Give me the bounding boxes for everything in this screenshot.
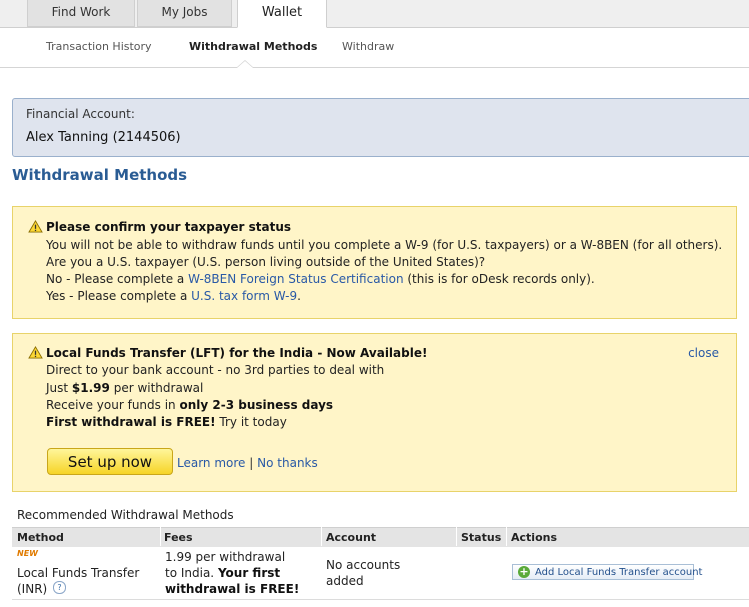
- table-header: Method Fees Account Status Actions: [12, 527, 749, 547]
- fees-line3: withdrawal is FREE!: [165, 582, 300, 596]
- warning-icon: [28, 220, 43, 233]
- tax-yes-prefix: Yes - Please complete a: [46, 289, 192, 303]
- tax-yes-suffix: .: [297, 289, 301, 303]
- w8ben-link[interactable]: W-8BEN Foreign Status Certification: [188, 272, 403, 286]
- link-separator: |: [249, 456, 254, 470]
- fees-line2-prefix: to India.: [165, 566, 218, 580]
- method-currency-line: (INR) ?: [17, 581, 139, 597]
- no-thanks-link[interactable]: No thanks: [257, 456, 318, 470]
- add-lft-account-button[interactable]: + Add Local Funds Transfer account: [512, 564, 702, 580]
- lft-line3: Receive your funds in only 2-3 business …: [46, 398, 333, 412]
- method-name: Local Funds Transfer: [17, 566, 140, 580]
- method-currency: (INR): [17, 582, 48, 596]
- financial-account-panel: Financial Account: Alex Tanning (2144506…: [12, 98, 749, 157]
- subnav-withdrawal-methods[interactable]: Withdrawal Methods: [189, 40, 317, 53]
- w9-link[interactable]: U.S. tax form W-9: [191, 289, 297, 303]
- tab-wallet[interactable]: Wallet: [237, 0, 327, 28]
- column-header-actions: Actions: [511, 531, 557, 544]
- row-divider: [12, 599, 749, 600]
- account-line1: No accounts: [326, 558, 401, 572]
- lft-line2: Just $1.99 per withdrawal: [46, 381, 203, 395]
- learn-more-link[interactable]: Learn more: [177, 456, 245, 470]
- method-cell: Local Funds Transfer (INR) ?: [17, 565, 139, 597]
- lft-line4: First withdrawal is FREE! Try it today: [46, 415, 287, 429]
- subnav-withdraw[interactable]: Withdraw: [342, 40, 394, 53]
- financial-account-label: Financial Account:: [26, 107, 135, 121]
- lft-line4-suffix: Try it today: [215, 415, 287, 429]
- page-title: Withdrawal Methods: [12, 166, 188, 184]
- column-header-fees: Fees: [164, 531, 193, 544]
- top-tab-bar: Find Work My Jobs Wallet: [0, 0, 749, 28]
- tax-notice-title: Please confirm your taxpayer status: [46, 220, 292, 234]
- plus-circle-icon: +: [518, 565, 530, 578]
- tab-find-work[interactable]: Find Work: [27, 0, 135, 27]
- account-line2: added: [326, 574, 364, 588]
- help-icon[interactable]: ?: [53, 581, 67, 594]
- column-header-account: Account: [326, 531, 377, 544]
- column-header-status: Status: [461, 531, 502, 544]
- fees-line2-bold: Your first: [217, 566, 281, 580]
- lft-line3-prefix: Receive your funds in: [46, 398, 180, 412]
- column-divider: [506, 527, 507, 546]
- tax-no-prefix: No - Please complete a: [46, 272, 189, 286]
- fees-cell: 1.99 per withdrawal to India. Your first…: [165, 549, 299, 597]
- column-header-method: Method: [17, 531, 64, 544]
- new-badge: NEW: [17, 549, 38, 558]
- recommended-heading: Recommended Withdrawal Methods: [17, 508, 234, 522]
- fees-line2: to India. Your first: [165, 565, 299, 581]
- lft-line3-bold: only 2-3 business days: [179, 398, 334, 412]
- subnav-transaction-history[interactable]: Transaction History: [46, 40, 152, 53]
- tax-notice-line1: You will not be able to withdraw funds u…: [46, 238, 723, 252]
- lft-line2-suffix: per withdrawal: [109, 381, 204, 395]
- warning-icon: [28, 346, 43, 359]
- tax-notice-no-line: No - Please complete a W-8BEN Foreign St…: [46, 272, 595, 286]
- lft-line4-bold: First withdrawal is FREE!: [46, 415, 216, 429]
- column-divider: [160, 527, 161, 546]
- taxpayer-status-notice: Please confirm your taxpayer status You …: [12, 206, 737, 319]
- active-subnav-indicator: [236, 60, 254, 68]
- close-link[interactable]: close: [688, 346, 719, 360]
- fees-line1: 1.99 per withdrawal: [165, 550, 286, 564]
- lft-price: $1.99: [71, 381, 110, 395]
- account-cell: No accounts added: [326, 557, 400, 589]
- column-divider: [456, 527, 457, 546]
- column-divider: [321, 527, 322, 546]
- lft-secondary-actions: Learn more | No thanks: [177, 456, 318, 470]
- sub-navigation: Transaction History Withdrawal Methods W…: [0, 28, 749, 68]
- lft-line2-prefix: Just: [46, 381, 72, 395]
- add-lft-account-label: Add Local Funds Transfer account: [535, 567, 703, 578]
- lft-promo-notice: Local Funds Transfer (LFT) for the India…: [12, 333, 737, 492]
- lft-line1: Direct to your bank account - no 3rd par…: [46, 363, 385, 377]
- set-up-now-button[interactable]: Set up now: [47, 448, 173, 475]
- financial-account-name: Alex Tanning (2144506): [26, 130, 181, 145]
- tax-notice-yes-line: Yes - Please complete a U.S. tax form W-…: [46, 289, 301, 303]
- lft-notice-title: Local Funds Transfer (LFT) for the India…: [46, 346, 428, 360]
- tax-notice-line2: Are you a U.S. taxpayer (U.S. person liv…: [46, 255, 486, 269]
- tab-my-jobs[interactable]: My Jobs: [137, 0, 232, 27]
- tax-no-suffix: (this is for oDesk records only).: [403, 272, 595, 286]
